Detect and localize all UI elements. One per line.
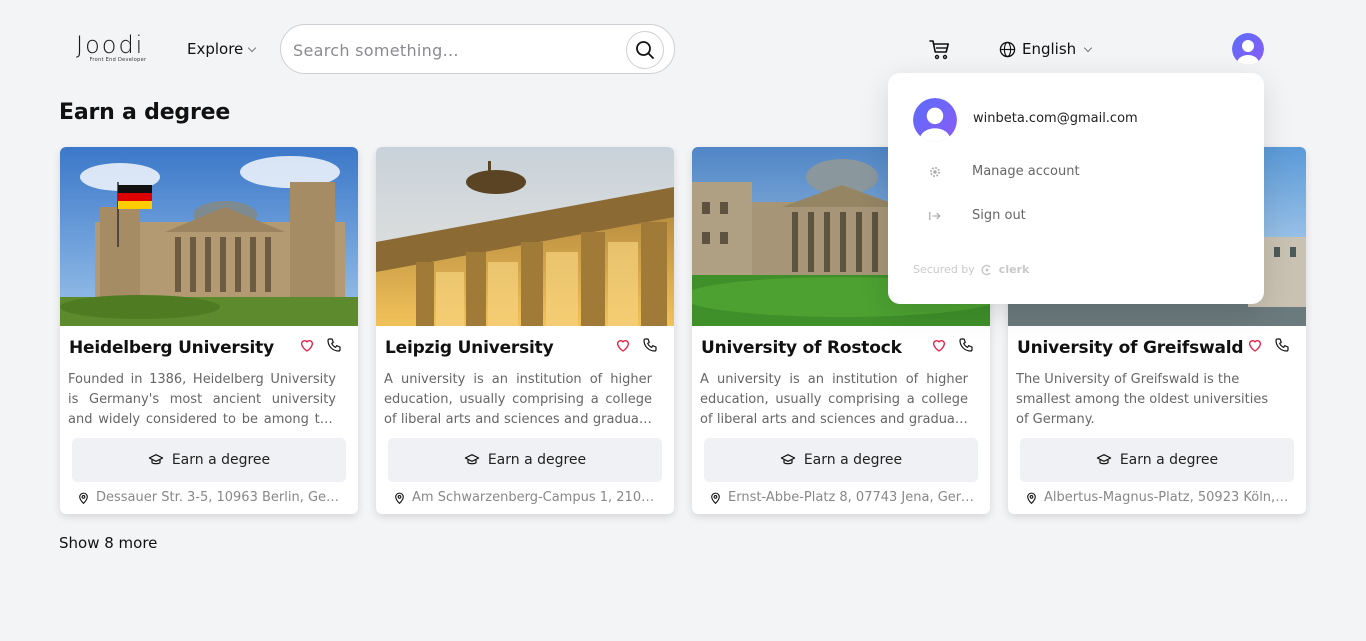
heart-icon [1248, 340, 1262, 352]
user-avatar[interactable] [1232, 33, 1264, 65]
sign-out-button[interactable]: Sign out [928, 208, 1026, 223]
secured-label: Secured by [913, 263, 975, 276]
earn-degree-button[interactable]: Earn a degree [72, 438, 346, 482]
sign-out-icon [929, 211, 941, 220]
manage-account-label: Manage account [972, 164, 1080, 179]
university-image [60, 147, 358, 326]
graduation-cap-icon [1096, 454, 1112, 465]
language-label: English [1022, 40, 1077, 58]
location-text: Ernst-Abbe-Platz 8, 07743 Jena, Germany [728, 490, 976, 505]
logo[interactable]: Joodi Front End Developer [76, 32, 160, 66]
favorite-button[interactable] [299, 337, 317, 355]
university-description: A university is an institution of higher… [700, 372, 968, 427]
location-pin-icon [395, 492, 404, 504]
search-icon [636, 41, 654, 59]
heart-icon [932, 340, 946, 352]
university-title: University of Greifswald [1017, 338, 1244, 358]
phone-icon [643, 338, 657, 352]
earn-degree-label: Earn a degree [171, 452, 271, 468]
favorite-button[interactable] [615, 337, 633, 355]
user-avatar-icon [1232, 33, 1264, 65]
university-location: Dessauer Str. 3-5, 10963 Berlin, Germany [77, 490, 345, 505]
clerk-brand: clerk [998, 263, 1030, 276]
phone-icon [1275, 338, 1289, 352]
heart-icon [300, 340, 314, 352]
university-title: Heidelberg University [69, 338, 274, 358]
university-description: Founded in 1386, Heidelberg University i… [68, 372, 336, 427]
search-button[interactable] [626, 31, 664, 69]
account-dropdown: winbeta.com@gmail.com Manage account Sig… [888, 73, 1264, 304]
graduation-cap-icon [780, 454, 796, 465]
graduation-cap-icon [464, 454, 480, 465]
call-button[interactable] [1274, 337, 1292, 355]
university-title: University of Rostock [701, 338, 902, 358]
location-pin-icon [79, 492, 88, 504]
account-avatar [913, 98, 957, 142]
account-email: winbeta.com@gmail.com [973, 111, 1138, 126]
location-pin-icon [711, 492, 720, 504]
card-actions [615, 337, 660, 355]
cart-icon [929, 40, 949, 60]
explore-menu[interactable]: Explore [187, 40, 257, 58]
location-text: Am Schwarzenberg-Campus 1, 21073 Hamburg [412, 490, 660, 505]
call-button[interactable] [642, 337, 660, 355]
chevron-down-icon [1083, 43, 1093, 52]
card-actions [931, 337, 976, 355]
card-actions [299, 337, 344, 355]
secured-by: Secured by clerk [913, 263, 1029, 276]
location-text: Albertus-Magnus-Platz, 50923 Köln, Germa… [1044, 490, 1292, 505]
call-button[interactable] [958, 337, 976, 355]
show-more-button[interactable]: Show 8 more [59, 534, 157, 552]
earn-degree-button[interactable]: Earn a degree [1020, 438, 1294, 482]
phone-icon [959, 338, 973, 352]
university-card[interactable]: Heidelberg University Founded in 1386, H… [60, 147, 358, 514]
university-image [376, 147, 674, 326]
location-pin-icon [1027, 492, 1036, 504]
manage-account-button[interactable]: Manage account [928, 164, 1080, 179]
location-text: Dessauer Str. 3-5, 10963 Berlin, Germany [96, 490, 344, 505]
chevron-down-icon [248, 43, 257, 52]
gear-icon [930, 166, 940, 177]
university-description: The University of Greifswald is the smal… [1016, 372, 1269, 427]
user-avatar-icon [913, 98, 957, 142]
globe-icon [999, 41, 1016, 57]
card-actions [1247, 337, 1292, 355]
search-input[interactable] [293, 37, 623, 63]
favorite-button[interactable] [1247, 337, 1265, 355]
university-location: Albertus-Magnus-Platz, 50923 Köln, Germa… [1025, 490, 1293, 505]
earn-degree-label: Earn a degree [487, 452, 587, 468]
earn-degree-button[interactable]: Earn a degree [704, 438, 978, 482]
search-bar [280, 24, 675, 74]
heart-icon [616, 340, 630, 352]
language-selector[interactable]: English [999, 40, 1093, 58]
university-location: Am Schwarzenberg-Campus 1, 21073 Hamburg [393, 490, 661, 505]
university-description: A university is an institution of higher… [384, 372, 652, 427]
sign-out-label: Sign out [972, 208, 1026, 223]
logo-text: Joodi [76, 31, 145, 59]
explore-label: Explore [187, 40, 244, 58]
university-location: Ernst-Abbe-Platz 8, 07743 Jena, Germany [709, 490, 977, 505]
earn-degree-label: Earn a degree [1119, 452, 1219, 468]
university-title: Leipzig University [385, 338, 554, 358]
earn-degree-button[interactable]: Earn a degree [388, 438, 662, 482]
clerk-logo-icon [981, 264, 991, 275]
graduation-cap-icon [148, 454, 164, 465]
call-button[interactable] [326, 337, 344, 355]
phone-icon [327, 338, 341, 352]
cart-button[interactable] [928, 38, 952, 62]
favorite-button[interactable] [931, 337, 949, 355]
university-card[interactable]: Leipzig University A university is an in… [376, 147, 674, 514]
earn-degree-label: Earn a degree [803, 452, 903, 468]
section-title: Earn a degree [59, 100, 231, 125]
